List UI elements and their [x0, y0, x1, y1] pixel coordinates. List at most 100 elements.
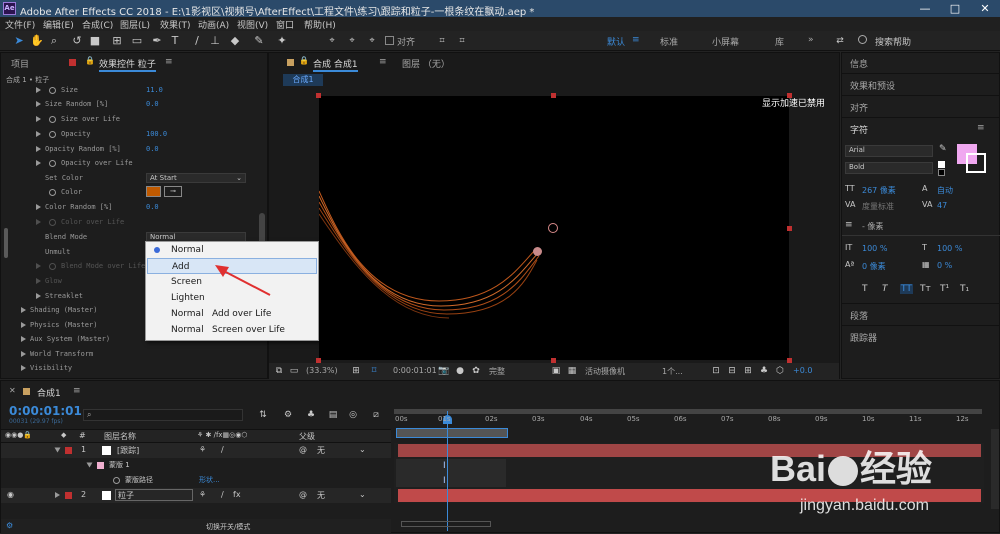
work-area-top[interactable] — [394, 409, 982, 414]
expand-icon[interactable] — [36, 160, 41, 166]
menu-file[interactable]: 文件(F) — [5, 18, 35, 31]
tsume-value[interactable]: 0 % — [937, 261, 952, 270]
stopwatch-icon[interactable] — [49, 160, 56, 167]
expand-icon[interactable] — [36, 87, 41, 93]
leading-value[interactable]: 自动 — [937, 185, 953, 196]
expand-icon[interactable] — [36, 101, 41, 107]
expand-icon[interactable] — [21, 365, 26, 371]
menu-effect[interactable]: 效果(T) — [160, 18, 191, 31]
expand-icon[interactable] — [36, 263, 41, 269]
panel-info[interactable]: 信息 — [850, 57, 868, 70]
eraser-tool-icon[interactable]: ◆ — [228, 34, 242, 48]
toggle-switches-modes[interactable]: 切换开关/模式 — [206, 522, 250, 532]
white-swatch[interactable] — [938, 161, 945, 168]
expand-icon[interactable] — [36, 204, 41, 210]
label-color[interactable] — [65, 492, 72, 499]
views-select[interactable]: 1个... — [662, 366, 683, 377]
search-icon[interactable] — [858, 35, 867, 44]
panel-menu-icon[interactable]: ≡ — [165, 57, 173, 67]
eyedropper-icon[interactable]: ⊸ — [164, 186, 182, 197]
stopwatch-icon[interactable] — [49, 263, 56, 270]
left-handle[interactable] — [4, 228, 8, 258]
expand-icon[interactable] — [54, 447, 61, 453]
timeline-icon[interactable]: ⊟ — [725, 364, 739, 378]
color-swatch[interactable] — [146, 186, 161, 197]
expand-icon[interactable] — [36, 116, 41, 122]
motion-blur-icon[interactable]: ◎ — [346, 408, 360, 422]
camera-select[interactable]: 活动摄像机 — [585, 366, 625, 377]
comp-viewer[interactable] — [319, 96, 789, 360]
clone-tool-icon[interactable]: ⊥ — [208, 34, 222, 48]
color-icon[interactable]: ✿ — [469, 364, 483, 378]
close-icon[interactable]: ✕ — [9, 386, 16, 395]
expand-icon[interactable] — [21, 322, 26, 328]
selection-tool-icon[interactable]: ➤ — [12, 34, 26, 48]
eyedropper-icon[interactable]: ✎ — [939, 144, 947, 154]
monitor-icon[interactable]: ▭ — [287, 364, 301, 378]
font-style-select[interactable]: Bold — [845, 162, 933, 174]
expand-icon[interactable] — [21, 336, 26, 342]
zoom-select[interactable]: (33.3%) — [306, 366, 338, 375]
size-value[interactable]: 11.0 — [146, 86, 163, 94]
minimize-button[interactable]: — — [910, 0, 940, 17]
color-random-value[interactable]: 0.0 — [146, 203, 159, 211]
option-normal-add-over-life[interactable]: Normal Add over Life — [147, 306, 317, 322]
label-color[interactable] — [65, 447, 72, 454]
align-checkbox[interactable] — [385, 36, 394, 45]
parent-select[interactable]: 无 — [317, 445, 325, 456]
workspace-more[interactable]: » — [808, 35, 814, 45]
comp-mini-flowchart-icon[interactable]: ⇅ — [256, 408, 270, 422]
snap-icon-2[interactable]: ⌖ — [345, 34, 359, 48]
exposure-value[interactable]: +0.0 — [793, 366, 812, 375]
keyframe-icon[interactable]: I — [443, 461, 446, 471]
handle[interactable] — [551, 93, 556, 98]
workspace-small-screen[interactable]: 小屏幕 — [712, 35, 739, 48]
tab-layer[interactable]: 图层 （无） — [402, 57, 450, 70]
render-time-icon[interactable]: ⚙ — [6, 521, 13, 530]
menu-edit[interactable]: 编辑(E) — [43, 18, 74, 31]
close-button[interactable]: ✕ — [970, 0, 1000, 17]
zoom-slider[interactable] — [401, 521, 491, 527]
timeline-search-input[interactable]: ⌕ — [83, 409, 243, 421]
type-tool-icon[interactable]: T — [168, 34, 182, 48]
small-caps-button[interactable]: Tт — [920, 284, 931, 294]
option-normal-screen-over-life[interactable]: Normal Screen over Life — [147, 322, 317, 338]
expand-icon[interactable] — [36, 293, 41, 299]
hide-shy-icon[interactable]: ♣ — [304, 408, 318, 422]
search-help-input[interactable]: 搜索帮助 — [875, 35, 911, 48]
channel-icon[interactable]: ● — [453, 364, 467, 378]
stopwatch-icon[interactable] — [49, 189, 56, 196]
panel-character[interactable]: 字符 — [850, 123, 868, 136]
reset-exposure-icon[interactable]: ⬡ — [773, 364, 787, 378]
fx-switch-icon[interactable]: fx — [233, 490, 241, 499]
stopwatch-icon[interactable] — [49, 116, 56, 123]
work-area-bar[interactable] — [396, 428, 508, 438]
zoom-tool-icon[interactable]: ⌕ — [47, 34, 61, 48]
workspace-library[interactable]: 库 — [775, 35, 784, 48]
pan-behind-tool-icon[interactable]: ⊞ — [110, 34, 124, 48]
current-time[interactable]: 0:00:01:01 — [393, 366, 437, 375]
expand-icon[interactable] — [55, 492, 60, 498]
panel-menu-icon[interactable]: ≡ — [977, 123, 985, 133]
timeline-scrollbar[interactable] — [991, 429, 999, 509]
panel-align[interactable]: 对齐 — [850, 101, 868, 114]
layer-row[interactable]: 1 [跟踪] ⚘ ∕ @ 无 ⌄ — [1, 443, 391, 458]
hand-tool-icon[interactable]: ✋ — [30, 34, 44, 48]
panel-paragraph[interactable]: 段落 — [850, 309, 868, 322]
all-caps-button[interactable]: TT — [900, 284, 913, 294]
layer-name-field[interactable]: 粒子 — [115, 489, 193, 501]
handle[interactable] — [316, 93, 321, 98]
panel-tracker[interactable]: 跟踪器 — [850, 331, 877, 344]
mask-row[interactable]: 蒙版 1 — [1, 458, 391, 473]
puppet-tool-icon[interactable]: ✦ — [275, 34, 289, 48]
stroke-width-value[interactable]: - 像素 — [862, 221, 883, 232]
tab-composition[interactable]: 合成 合成1 — [313, 57, 358, 72]
timeline-timecode[interactable]: 0:00:01:01 — [9, 404, 82, 418]
menu-animation[interactable]: 动画(A) — [198, 18, 229, 31]
subscript-button[interactable]: T₁ — [960, 284, 969, 294]
workspace-default[interactable]: 默认 — [607, 35, 625, 48]
snap-icon-1[interactable]: ⌖ — [325, 34, 339, 48]
menu-help[interactable]: 帮助(H) — [304, 18, 336, 31]
stroke-color-swatch[interactable] — [966, 153, 986, 173]
expand-icon[interactable] — [21, 307, 26, 313]
